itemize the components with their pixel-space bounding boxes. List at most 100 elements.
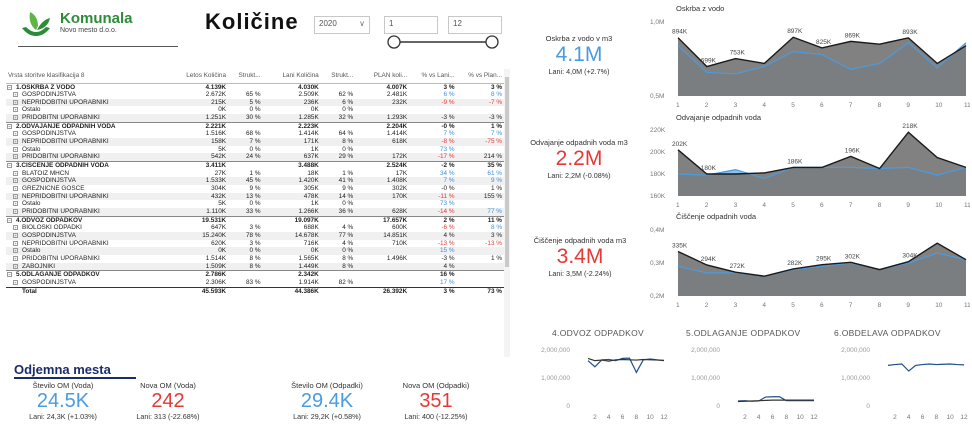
expand-icon[interactable]: +	[13, 146, 18, 152]
company-logo: Komunala Novo mesto d.o.o.	[18, 6, 178, 48]
table-row[interactable]: + GREZNIČNE GOŠČE 304K 9 % 305K 9 % 302K -0 % 1 …	[6, 185, 504, 193]
expand-icon[interactable]: +	[13, 225, 18, 231]
table-row[interactable]: + NEPRIDOBITNI UPORABNIKI 158K 7 % 171K 8 % 61…	[6, 138, 504, 146]
table-cell: 0K	[310, 106, 319, 114]
table-cell: 45 %	[228, 177, 263, 186]
table-group-row[interactable]: −1.OSKRBA Z VODO 4.139K 4.030K 4.007K 3 % 3 %	[6, 82, 504, 92]
expand-icon[interactable]: +	[13, 99, 18, 105]
table-row[interactable]: + GOSPODINJSTVA 2.306K 83 % 1.914K 82 % 17 %	[6, 279, 504, 287]
month-to-input[interactable]: 12	[448, 16, 502, 34]
x-tick-label: 3	[734, 102, 738, 109]
x-tick-label: 11	[964, 202, 970, 209]
collapse-icon[interactable]: −	[7, 272, 12, 278]
x-tick-label: 8	[635, 414, 639, 421]
table-scrollbar[interactable]	[504, 69, 510, 357]
x-tick-label: 3	[734, 202, 738, 209]
expand-icon[interactable]: +	[13, 115, 18, 121]
collapse-icon[interactable]: −	[7, 84, 12, 90]
table-cell: 4 %	[342, 239, 354, 247]
table-row[interactable]: + BLATOIZ MHČN 27K 1 % 18K 1 % 17K 34 % 61 %	[6, 170, 504, 178]
x-tick-label: 1	[676, 302, 680, 309]
scrollbar-thumb[interactable]	[505, 77, 509, 267]
table-cell: 77 %	[456, 208, 504, 217]
expand-icon[interactable]: +	[13, 92, 18, 98]
row-label-text: PRIDOBITNI UPORABNIKI	[22, 254, 100, 262]
x-tick-label: 1	[676, 102, 680, 109]
y-tick-label: 0	[566, 403, 570, 410]
expand-icon[interactable]: +	[13, 209, 18, 214]
table-row[interactable]: + GOSPODINJSTVA 1.516K 68 % 1.414K 64 % 1.414K…	[6, 130, 504, 138]
expand-icon[interactable]: +	[13, 263, 18, 269]
expand-icon[interactable]: +	[13, 255, 18, 261]
table-cell	[228, 286, 263, 296]
y-tick-label: 160K	[650, 193, 666, 200]
table-group-row[interactable]: −3.ČIŠČENJE ODPADNIH VODA 3.411K 3.488K 2.5…	[6, 161, 504, 170]
year-value: 2020	[319, 19, 337, 28]
expand-icon[interactable]: +	[13, 139, 18, 145]
table-row[interactable]: + Ostalo 0K 0 % 0K 0 % 15 %	[6, 247, 504, 255]
expand-icon[interactable]: +	[13, 279, 18, 285]
row-label-text: Ostalo	[22, 106, 41, 114]
column-header[interactable]: Vrsta storitve klasifikacija 8	[6, 69, 168, 84]
expand-icon[interactable]: +	[13, 186, 18, 192]
expand-icon[interactable]: +	[13, 154, 18, 160]
expand-icon[interactable]: +	[13, 107, 18, 113]
table-cell: 3 %	[249, 224, 261, 232]
kpi-comparison: Lani: 3,5M (-2.24%)	[548, 269, 612, 278]
expand-icon[interactable]: +	[13, 178, 18, 184]
expand-icon[interactable]: +	[13, 131, 18, 137]
table-total-row[interactable]: Total 45.593K 44.386K 26.392K 3 % 73 %	[6, 286, 504, 296]
data-label: 869K	[845, 32, 861, 39]
data-label: 304K	[902, 253, 918, 260]
expand-icon[interactable]: +	[13, 193, 18, 199]
table-row[interactable]: + GOSPODINJSTVA 2.672K 65 % 2.509K 62 % 2.481K…	[6, 91, 504, 99]
x-tick-label: 10	[935, 202, 943, 209]
data-label: 282K	[787, 260, 803, 267]
expand-icon[interactable]: +	[13, 240, 18, 246]
table-row[interactable]: + PRIDOBITNI UPORABNIKI 1.251K 30 % 1.285K 32…	[6, 114, 504, 123]
table-row[interactable]: + NEPRIDOBITNI UPORABNIKI 432K 13 % 478K 14 %…	[6, 192, 504, 201]
column-header[interactable]: PLAN koli...	[355, 69, 410, 84]
column-header[interactable]: Strukt...	[228, 69, 263, 84]
table-row[interactable]: + GOSPODINJSTVA 1.533K 45 % 1.420K 41 % 1.408K…	[6, 177, 504, 186]
table-group-row[interactable]: −2.ODVAJANJE ODPADNIH VODA 2.221K 2.223K 2.…	[6, 121, 504, 131]
table-cell: 4.030K	[262, 82, 321, 92]
column-header[interactable]: Letos Količina	[167, 69, 229, 84]
column-header[interactable]: % vs Lani...	[409, 69, 457, 84]
table-cell: 2.223K	[262, 121, 321, 131]
table-cell: -0 %	[409, 121, 457, 131]
year-dropdown[interactable]: 2020 ∨	[314, 16, 370, 34]
table-row[interactable]: + Ostalo 0K 0 % 0K 0 %	[6, 106, 504, 114]
expand-icon[interactable]: +	[13, 201, 18, 207]
column-header[interactable]: % vs Plan...	[456, 69, 504, 84]
table-group-row[interactable]: −4.ODVOZ ODPADKOV 19.531K 19.097K 17.657K 2 …	[6, 215, 504, 225]
table-row[interactable]: + Ostalo 5K 0 % 1K 0 % 73 %	[6, 146, 504, 154]
expand-icon[interactable]: +	[13, 248, 18, 254]
month-from-input[interactable]: 1	[384, 16, 438, 34]
x-tick-label: 6	[820, 102, 824, 109]
table-cell: 0 %	[320, 247, 356, 255]
table-row[interactable]: + GOSPODINJSTVA 15.240K 78 % 14.678K 77 % 14.8…	[6, 231, 504, 240]
table-cell: 1 %	[456, 121, 504, 131]
kpi-comparison: Lani: 29,2K (+0.58%)	[293, 412, 361, 421]
table-row[interactable]: + ZABOJNIKI 1.509K 8 % 1.449K 8 % 4 %	[6, 262, 504, 271]
table-row[interactable]: + Ostalo 5K 0 % 1K 0 % 73 %	[6, 200, 504, 208]
collapse-icon[interactable]: −	[7, 163, 12, 169]
column-header[interactable]: Lani Količina	[262, 69, 321, 84]
table-row[interactable]: + PRIDOBITNI UPORABNIKI 1.514K 8 % 1.565K 8 %…	[6, 255, 504, 263]
table-row[interactable]: + NEPRIDOBITNI UPORABNIKI 620K 3 % 716K 4 % 71…	[6, 240, 504, 248]
collapse-icon[interactable]: −	[7, 123, 12, 129]
table-cell: 7 %	[409, 177, 457, 186]
table-row[interactable]: + NEPRIDOBITNI UPORABNIKI 215K 5 % 236K 6 % 23…	[6, 98, 504, 107]
table-row[interactable]: + PRIDOBITNI UPORABNIKI 1.110K 33 % 1.266K 36…	[6, 208, 504, 217]
x-tick-label: 11	[964, 102, 970, 109]
collapse-icon[interactable]: −	[7, 217, 12, 223]
x-tick-label: 3	[734, 302, 738, 309]
table-group-row[interactable]: −5.ODLAGANJE ODPADKOV 2.786K 2.342K 16 %	[6, 270, 504, 279]
expand-icon[interactable]: +	[13, 170, 18, 176]
column-header[interactable]: Strukt...	[320, 69, 356, 84]
table-row[interactable]: + BIOLOŠKI ODPADKI 647K 3 % 688K 4 % 600K -6 % 8…	[6, 224, 504, 232]
month-range-slider[interactable]	[386, 34, 500, 50]
table-row[interactable]: + PRIDOBITNI UPORABNIKI 542K 24 % 637K 29 % 17…	[6, 153, 504, 162]
expand-icon[interactable]: +	[13, 232, 18, 238]
